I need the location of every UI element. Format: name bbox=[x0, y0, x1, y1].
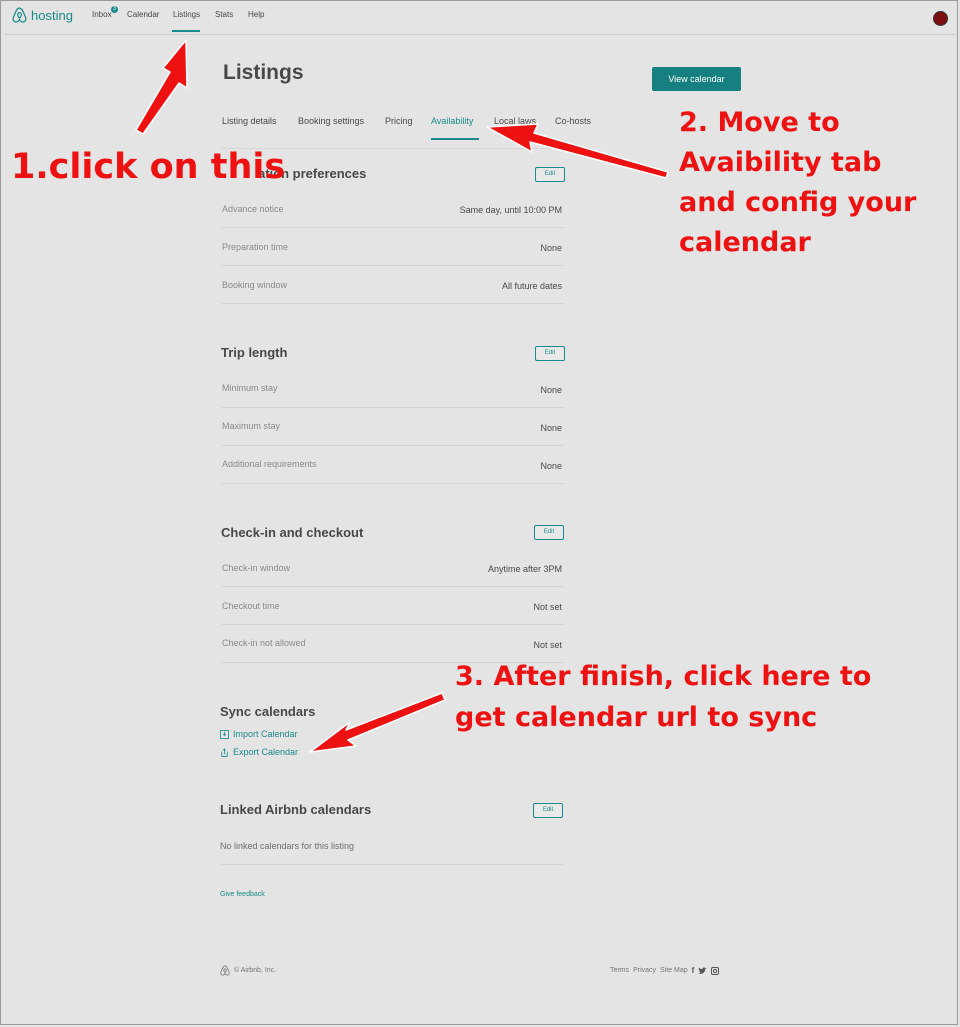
row-label: Maximum stay bbox=[222, 421, 281, 431]
facebook-icon[interactable]: f bbox=[692, 966, 695, 975]
divider bbox=[221, 586, 565, 587]
tab-local-laws[interactable]: Local laws bbox=[494, 116, 536, 126]
annotation-line: 3. After finish, click here to bbox=[455, 661, 872, 692]
export-calendar-label: Export Calendar bbox=[233, 747, 299, 757]
row-label: Checkout time bbox=[222, 601, 280, 611]
tab-availability[interactable]: Availability bbox=[431, 116, 473, 126]
annotation-line: 2. Move to bbox=[679, 107, 840, 138]
footer-sitemap-link[interactable]: Site Map bbox=[660, 967, 688, 974]
instagram-icon[interactable] bbox=[711, 966, 720, 975]
trip-length-edit-button[interactable]: Edit bbox=[535, 346, 565, 361]
tab-booking-settings[interactable]: Booking settings bbox=[298, 116, 364, 126]
divider bbox=[221, 265, 565, 266]
tab-co-hosts[interactable]: Co-hosts bbox=[555, 116, 591, 126]
nav-listings[interactable]: Listings bbox=[173, 10, 200, 19]
brand-name: hosting bbox=[31, 7, 73, 23]
row-value: Not set bbox=[533, 640, 562, 650]
divider bbox=[221, 303, 565, 304]
tab-listing-details[interactable]: Listing details bbox=[222, 116, 277, 126]
row-value: None bbox=[540, 385, 562, 395]
trip-length-title: Trip length bbox=[221, 345, 288, 360]
divider bbox=[221, 483, 565, 484]
annotation-step-3: 3. After finish, click here to get calen… bbox=[455, 656, 871, 738]
footer-privacy-link[interactable]: Privacy bbox=[633, 967, 656, 974]
nav-calendar[interactable]: Calendar bbox=[127, 10, 159, 19]
linked-calendars-edit-button[interactable]: Edit bbox=[533, 803, 563, 818]
import-icon bbox=[220, 729, 229, 739]
nav-help[interactable]: Help bbox=[248, 10, 264, 19]
linked-calendars-empty: No linked calendars for this listing bbox=[220, 841, 355, 851]
export-icon bbox=[221, 747, 228, 757]
copyright-text: © Airbnb, Inc. bbox=[234, 967, 277, 974]
user-avatar[interactable] bbox=[933, 11, 948, 26]
divider bbox=[220, 864, 564, 865]
row-value: None bbox=[540, 423, 562, 433]
airbnb-logo-icon bbox=[220, 965, 230, 976]
divider bbox=[221, 227, 565, 228]
row-value: None bbox=[540, 461, 562, 471]
annotation-line: Avaibility tab bbox=[679, 147, 882, 178]
divider bbox=[221, 445, 565, 446]
row-label: Preparation time bbox=[222, 242, 289, 252]
import-calendar-link[interactable]: Import Calendar bbox=[220, 729, 298, 739]
footer-terms-link[interactable]: Terms bbox=[610, 967, 629, 974]
checkin-edit-button[interactable]: Edit bbox=[534, 525, 564, 540]
row-label: Minimum stay bbox=[222, 383, 278, 393]
footer-links: Terms Privacy Site Map f bbox=[610, 966, 720, 975]
row-label: Check-in not allowed bbox=[222, 638, 306, 648]
tab-pricing[interactable]: Pricing bbox=[385, 116, 413, 126]
sync-calendars-title: Sync calendars bbox=[220, 704, 316, 719]
row-value: All future dates bbox=[501, 281, 562, 291]
footer-copyright: © Airbnb, Inc. bbox=[220, 965, 276, 976]
reservation-edit-button[interactable]: Edit bbox=[535, 167, 565, 182]
row-label: Additional requirements bbox=[222, 459, 317, 469]
row-value: Anytime after 3PM bbox=[487, 564, 562, 574]
brand-logo[interactable]: hosting bbox=[12, 7, 73, 23]
annotation-step-2: 2. Move to Avaibility tab and config you… bbox=[679, 103, 916, 263]
nav-active-underline bbox=[172, 30, 200, 32]
linked-calendars-title: Linked Airbnb calendars bbox=[220, 802, 372, 817]
annotation-step-1: 1.click on this bbox=[11, 147, 286, 187]
view-calendar-button[interactable]: View calendar bbox=[652, 67, 741, 91]
import-calendar-label: Import Calendar bbox=[233, 729, 298, 739]
airbnb-logo-icon bbox=[12, 7, 27, 23]
row-label: Check-in window bbox=[222, 563, 291, 573]
export-calendar-link[interactable]: Export Calendar bbox=[220, 747, 298, 757]
give-feedback-link[interactable]: Give feedback bbox=[220, 891, 265, 898]
page-title: Listings bbox=[223, 61, 304, 84]
row-value: Not set bbox=[533, 602, 562, 612]
divider bbox=[221, 407, 565, 408]
annotation-line: get calendar url to sync bbox=[455, 702, 818, 733]
divider bbox=[221, 624, 565, 625]
row-value: None bbox=[540, 243, 562, 253]
annotation-line: calendar bbox=[679, 227, 811, 258]
nav-inbox[interactable]: Inbox bbox=[92, 10, 112, 19]
twitter-icon[interactable] bbox=[698, 967, 707, 975]
inbox-badge: 3 bbox=[111, 6, 118, 13]
row-label: Advance notice bbox=[222, 204, 284, 214]
row-value: Same day, until 10:00 PM bbox=[459, 205, 562, 215]
annotation-line: and config your bbox=[679, 187, 917, 218]
active-tab-underline bbox=[431, 138, 479, 140]
checkin-title: Check-in and checkout bbox=[221, 525, 364, 540]
row-label: Booking window bbox=[222, 280, 288, 290]
nav-stats[interactable]: Stats bbox=[215, 10, 233, 19]
